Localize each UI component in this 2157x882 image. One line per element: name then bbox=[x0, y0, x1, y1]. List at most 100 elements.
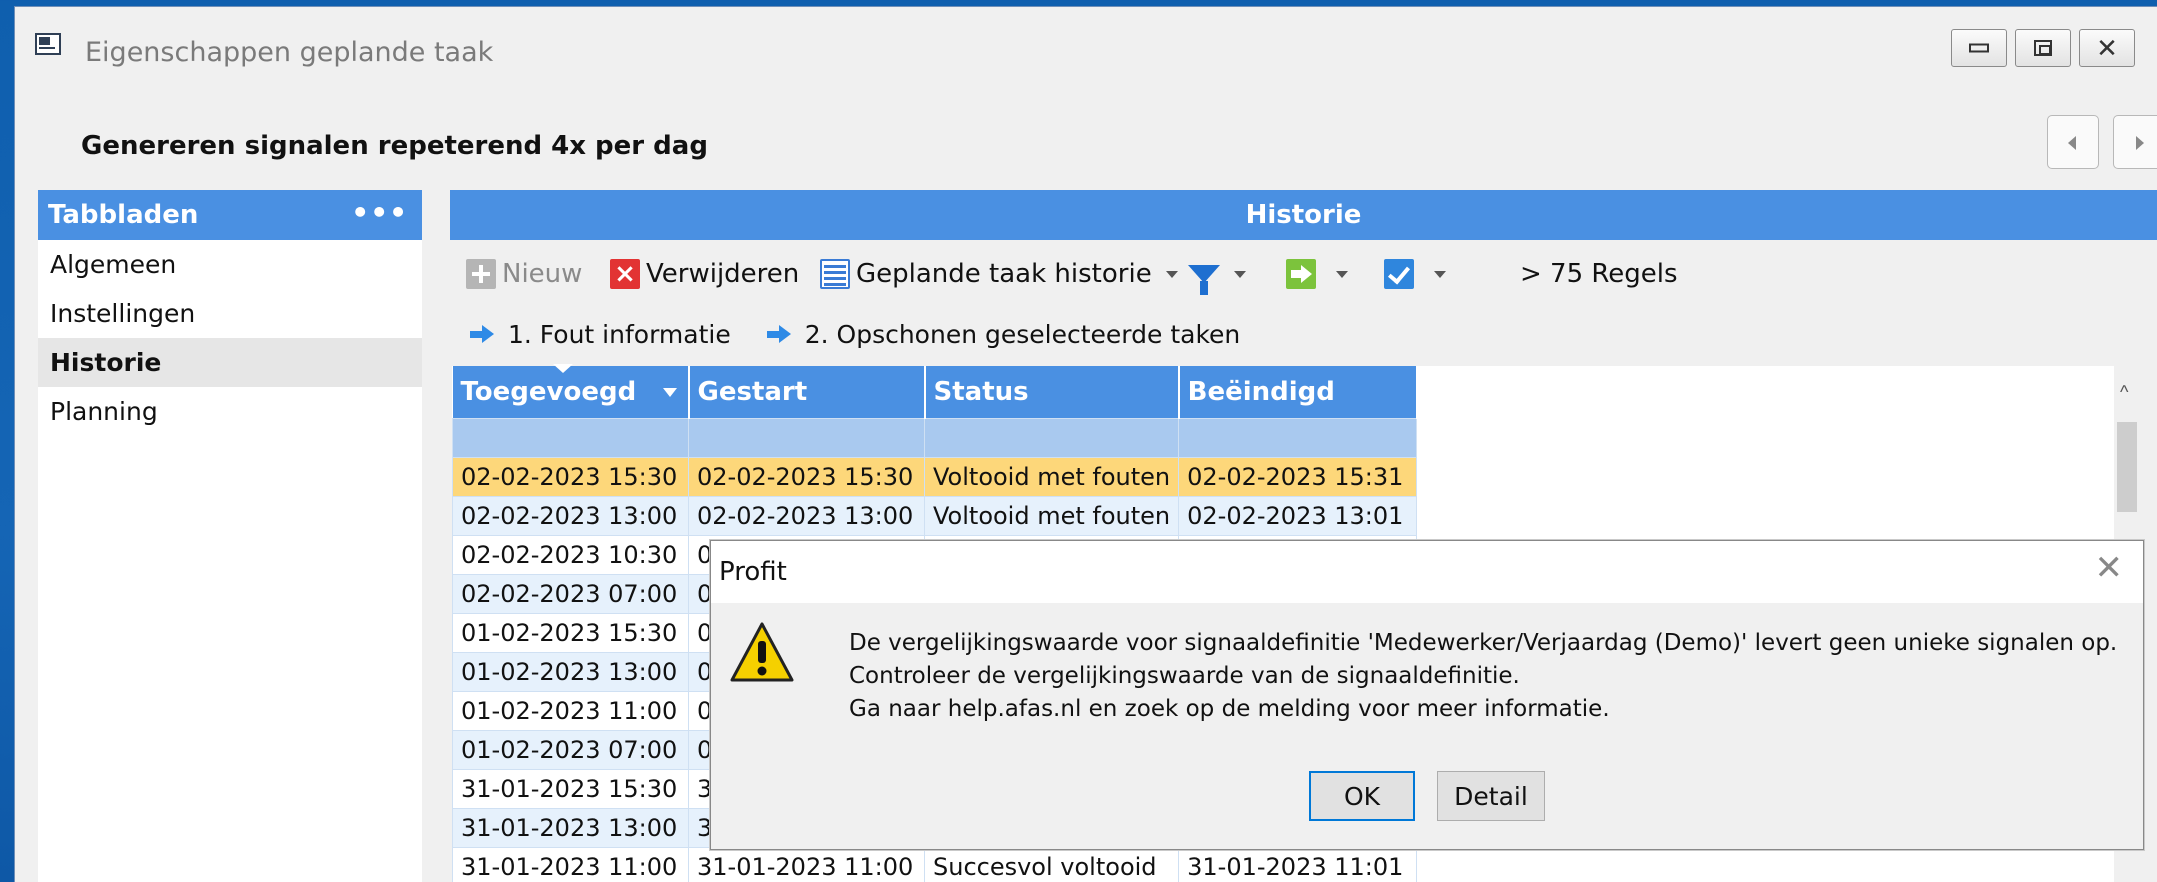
history-dropdown[interactable]: Geplande taak historie bbox=[820, 252, 1178, 296]
table-cell: 01-02-2023 13:00 bbox=[452, 651, 689, 692]
column-gestart[interactable]: Gestart bbox=[688, 366, 926, 418]
sidebar-item-historie[interactable]: Historie bbox=[38, 338, 422, 387]
arrow-right-icon bbox=[1286, 259, 1316, 289]
checkbox-icon bbox=[1384, 259, 1414, 289]
filter-cell[interactable] bbox=[923, 417, 1180, 458]
minimize-icon bbox=[1969, 43, 1989, 53]
minimize-button[interactable] bbox=[1951, 29, 2007, 67]
dialog-message: De vergelijkingswaarde voor signaaldefin… bbox=[849, 627, 2117, 726]
export-button[interactable] bbox=[1286, 252, 1348, 296]
chevron-up-icon[interactable]: ^ bbox=[2120, 382, 2128, 403]
table-cell: 31-01-2023 15:30 bbox=[452, 768, 689, 809]
action-label: 2. Opschonen geselecteerde taken bbox=[804, 319, 1241, 349]
sidebar-header-label: Tabbladen bbox=[48, 200, 199, 230]
header-row: Toegevoegd Gestart Status Beëindigd bbox=[452, 364, 1418, 418]
delete-label: Verwijderen bbox=[646, 259, 800, 289]
select-button[interactable] bbox=[1384, 252, 1446, 296]
chevron-left-icon bbox=[2068, 136, 2076, 150]
app-icon bbox=[35, 33, 61, 55]
column-beeindigd[interactable]: Beëindigd bbox=[1178, 366, 1418, 418]
message-line: Controleer de vergelijkingswaarde van de… bbox=[849, 663, 1520, 689]
table-cell: 02-02-2023 13:00 bbox=[688, 495, 925, 536]
table-cell: Voltooid met fouten bbox=[923, 456, 1180, 497]
sidebar-header: Tabbladen ••• bbox=[38, 190, 422, 240]
arrow-right-icon bbox=[766, 325, 793, 343]
row-count: > 75 Regels bbox=[1520, 259, 1678, 289]
table-cell: 02-02-2023 15:31 bbox=[1178, 456, 1418, 497]
sort-indicator-icon bbox=[552, 364, 573, 373]
scrollbar-thumb[interactable] bbox=[2117, 422, 2137, 512]
table-cell: 02-02-2023 15:30 bbox=[452, 456, 689, 497]
column-toegevoegd[interactable]: Toegevoegd bbox=[452, 364, 690, 418]
message-line: De vergelijkingswaarde voor signaaldefin… bbox=[849, 630, 2118, 656]
more-options-icon[interactable]: ••• bbox=[351, 196, 408, 229]
action-label: 1. Fout informatie bbox=[508, 319, 731, 349]
ok-button[interactable]: OK bbox=[1309, 771, 1415, 821]
chevron-down-icon bbox=[1165, 270, 1178, 278]
dialog-title-bar: Profit ✕ bbox=[711, 541, 2143, 603]
table-cell: 31-01-2023 11:01 bbox=[1178, 846, 1418, 882]
sidebar: Tabbladen ••• Algemeen Instellingen Hist… bbox=[38, 190, 422, 882]
table-cell: Voltooid met fouten bbox=[923, 495, 1180, 536]
history-label: Geplande taak historie bbox=[856, 259, 1152, 289]
window-title: Eigenschappen geplande taak bbox=[85, 37, 494, 68]
dialog-close-icon[interactable]: ✕ bbox=[2095, 551, 2124, 585]
table-cell: 31-01-2023 11:00 bbox=[452, 846, 689, 882]
filter-cell[interactable] bbox=[1178, 417, 1418, 458]
table-row[interactable]: 02-02-2023 13:00 02-02-2023 13:00 Voltooid… bbox=[452, 495, 1418, 536]
plus-icon bbox=[466, 259, 496, 289]
title-bar: Eigenschappen geplande taak ✕ bbox=[15, 7, 2157, 71]
table-cell: 31-01-2023 13:00 bbox=[452, 807, 689, 848]
table-cell: 01-02-2023 07:00 bbox=[452, 729, 689, 770]
maximize-icon bbox=[2034, 40, 2052, 56]
chevron-down-icon bbox=[1336, 270, 1348, 278]
new-button[interactable]: Nieuw bbox=[466, 252, 582, 296]
filter-button[interactable] bbox=[1188, 252, 1246, 296]
table-cell: 01-02-2023 11:00 bbox=[452, 690, 689, 731]
table-row[interactable]: 02-02-2023 15:30 02-02-2023 15:30 Voltooid… bbox=[452, 456, 1418, 497]
delete-icon: × bbox=[610, 259, 640, 289]
previous-button[interactable] bbox=[2047, 115, 2099, 169]
section-header: Historie bbox=[450, 190, 2157, 240]
filter-row bbox=[452, 417, 1418, 458]
table-cell: Succesvol voltooid bbox=[923, 846, 1180, 882]
close-icon: ✕ bbox=[2096, 33, 2118, 63]
table-cell: 31-01-2023 11:00 bbox=[688, 846, 925, 882]
page-title: Genereren signalen repeterend 4x per dag bbox=[81, 131, 708, 161]
maximize-button[interactable] bbox=[2015, 29, 2071, 67]
action-links: 1. Fout informatie 2. Opschonen geselect… bbox=[470, 314, 1240, 354]
error-dialog: Profit ✕ De vergelijkingswaarde voor sig… bbox=[710, 540, 2144, 850]
dialog-title: Profit bbox=[719, 557, 787, 587]
action-opschonen[interactable]: 2. Opschonen geselecteerde taken bbox=[766, 314, 1241, 354]
detail-button[interactable]: Detail bbox=[1437, 771, 1545, 821]
sidebar-item-planning[interactable]: Planning bbox=[38, 387, 422, 436]
arrow-right-icon bbox=[470, 325, 496, 343]
filter-cell[interactable] bbox=[452, 417, 689, 458]
filter-cell[interactable] bbox=[688, 417, 925, 458]
chevron-right-icon bbox=[2136, 136, 2144, 150]
chevron-down-icon bbox=[1434, 270, 1446, 278]
table-cell: 02-02-2023 07:00 bbox=[452, 573, 689, 614]
column-label: Toegevoegd bbox=[460, 376, 637, 407]
column-status[interactable]: Status bbox=[924, 366, 1180, 418]
chevron-down-icon bbox=[1234, 270, 1246, 278]
warning-icon bbox=[730, 622, 794, 682]
filter-icon bbox=[1188, 265, 1220, 295]
message-line: Ga naar help.afas.nl en zoek op de meldi… bbox=[849, 696, 1610, 722]
table-icon bbox=[820, 259, 850, 289]
action-fout-informatie[interactable]: 1. Fout informatie bbox=[470, 314, 731, 354]
chevron-down-icon[interactable] bbox=[663, 387, 678, 397]
table-cell: 02-02-2023 15:30 bbox=[688, 456, 925, 497]
table-row[interactable]: 31-01-2023 11:00 31-01-2023 11:00 Succesvo… bbox=[452, 846, 1418, 882]
table-cell: 02-02-2023 13:01 bbox=[1178, 495, 1418, 536]
delete-button[interactable]: × Verwijderen bbox=[610, 252, 799, 296]
close-button[interactable]: ✕ bbox=[2079, 29, 2135, 67]
sidebar-item-algemeen[interactable]: Algemeen bbox=[38, 240, 422, 289]
table-cell: 02-02-2023 10:30 bbox=[452, 534, 689, 575]
sidebar-item-instellingen[interactable]: Instellingen bbox=[38, 289, 422, 338]
table-cell: 02-02-2023 13:00 bbox=[452, 495, 689, 536]
toolbar: Nieuw × Verwijderen Geplande taak histor… bbox=[450, 252, 2150, 296]
table-cell: 01-02-2023 15:30 bbox=[452, 612, 689, 653]
next-button[interactable] bbox=[2113, 115, 2157, 169]
new-label: Nieuw bbox=[502, 259, 583, 289]
